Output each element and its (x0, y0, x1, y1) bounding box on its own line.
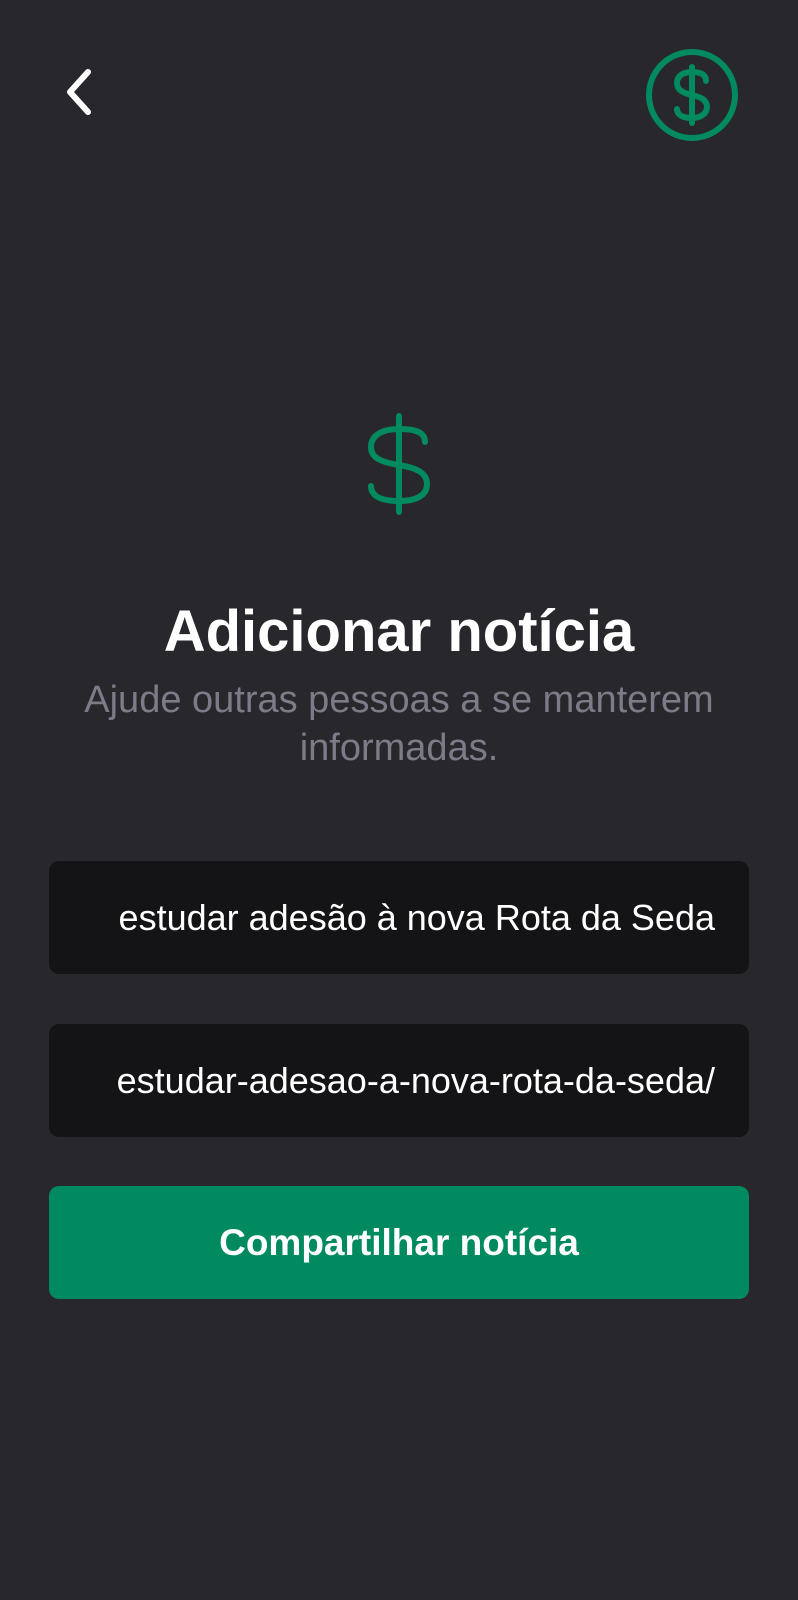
news-link-input[interactable]: estudar-adesao-a-nova-rota-da-seda/ (49, 1024, 749, 1137)
dollar-icon (359, 412, 439, 516)
chevron-left-icon (60, 64, 100, 125)
dollar-circle-icon (644, 47, 740, 143)
news-link-value: estudar-adesao-a-nova-rota-da-seda/ (116, 1060, 715, 1101)
share-news-button[interactable]: Compartilhar notícia (49, 1186, 749, 1299)
news-title-value: estudar adesão à nova Rota da Seda (118, 897, 715, 938)
page-title: Adicionar notícia (163, 599, 635, 664)
page-subtitle: Ajude outras pessoas a se manterem infor… (84, 679, 714, 769)
back-button[interactable] (52, 62, 108, 126)
news-title-input[interactable]: estudar adesão à nova Rota da Seda (49, 861, 749, 974)
coin-button[interactable] (644, 47, 740, 143)
